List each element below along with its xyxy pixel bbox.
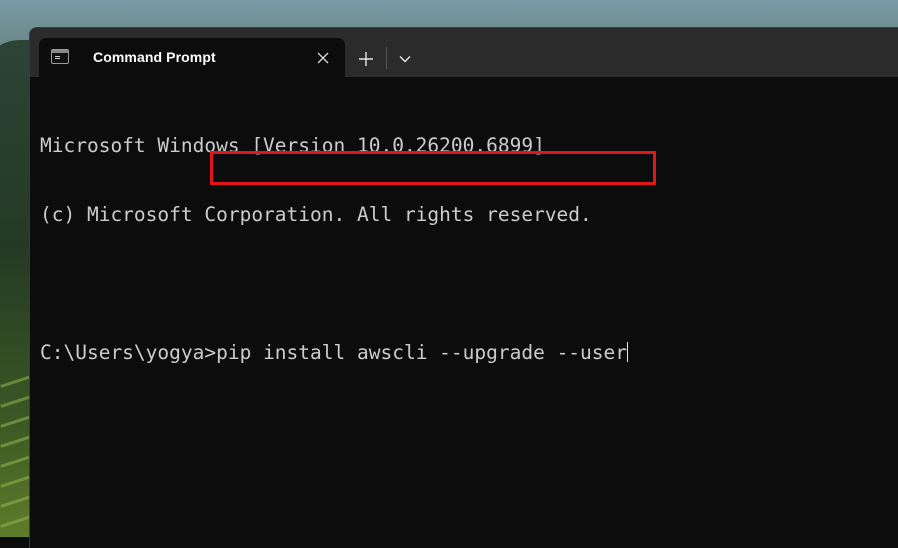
- plus-icon: [359, 52, 373, 66]
- close-icon[interactable]: [313, 48, 333, 68]
- terminal-window[interactable]: Command Prompt Microsoft Windows [Versio…: [29, 27, 898, 548]
- tab-title: Command Prompt: [93, 49, 216, 65]
- tab-dropdown-button[interactable]: [392, 45, 418, 73]
- tab-separator: [386, 47, 387, 69]
- chevron-down-icon: [399, 56, 411, 63]
- command-line[interactable]: C:\Users\yogya>pip install awscli --upgr…: [40, 341, 629, 364]
- tab-command-prompt[interactable]: Command Prompt: [39, 38, 345, 78]
- command-prompt-path: C:\Users\yogya>: [40, 341, 217, 364]
- text-cursor: [627, 342, 629, 362]
- command-prompt-icon: [51, 49, 69, 64]
- tab-bar: Command Prompt: [30, 28, 898, 78]
- console-output[interactable]: Microsoft Windows [Version 10.0.26200.68…: [40, 88, 629, 410]
- command-highlight-box: [210, 151, 656, 185]
- console-line-copyright: (c) Microsoft Corporation. All rights re…: [40, 203, 592, 226]
- command-input-text[interactable]: pip install awscli --upgrade --user: [216, 341, 627, 364]
- new-tab-button[interactable]: [352, 45, 380, 73]
